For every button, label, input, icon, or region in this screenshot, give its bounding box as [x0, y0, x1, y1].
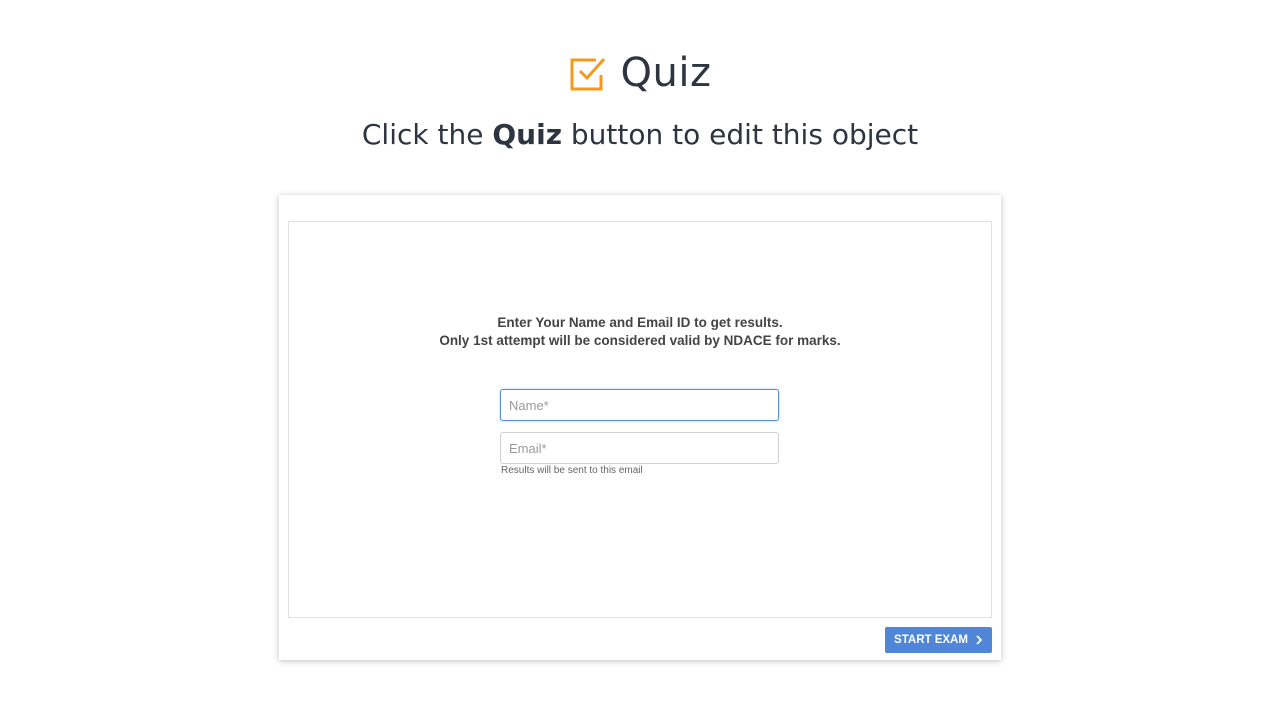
instructions: Enter Your Name and Email ID to get resu…: [289, 314, 991, 350]
chevron-right-icon: [976, 635, 983, 645]
quiz-form-panel: Enter Your Name and Email ID to get resu…: [288, 221, 992, 618]
quiz-page: Quiz Click the Quiz button to edit this …: [0, 0, 1280, 720]
start-exam-label: START EXAM: [894, 634, 968, 646]
subtitle-bold: Quiz: [492, 118, 562, 151]
subtitle-prefix: Click the: [361, 118, 493, 151]
quiz-header: Quiz: [0, 48, 1280, 98]
page-subtitle: Click the Quiz button to edit this objec…: [0, 118, 1280, 151]
email-input[interactable]: [500, 432, 779, 464]
page-title: Quiz: [620, 50, 712, 96]
name-input[interactable]: [500, 389, 779, 421]
instruction-line-2: Only 1st attempt will be considered vali…: [439, 333, 841, 348]
checkbox-check-icon: [570, 57, 605, 91]
email-hint: Results will be sent to this email: [501, 465, 643, 476]
subtitle-suffix: button to edit this object: [562, 118, 919, 151]
instruction-line-1: Enter Your Name and Email ID to get resu…: [497, 315, 783, 330]
quiz-card: Enter Your Name and Email ID to get resu…: [279, 195, 1001, 660]
start-exam-button[interactable]: START EXAM: [885, 627, 992, 653]
